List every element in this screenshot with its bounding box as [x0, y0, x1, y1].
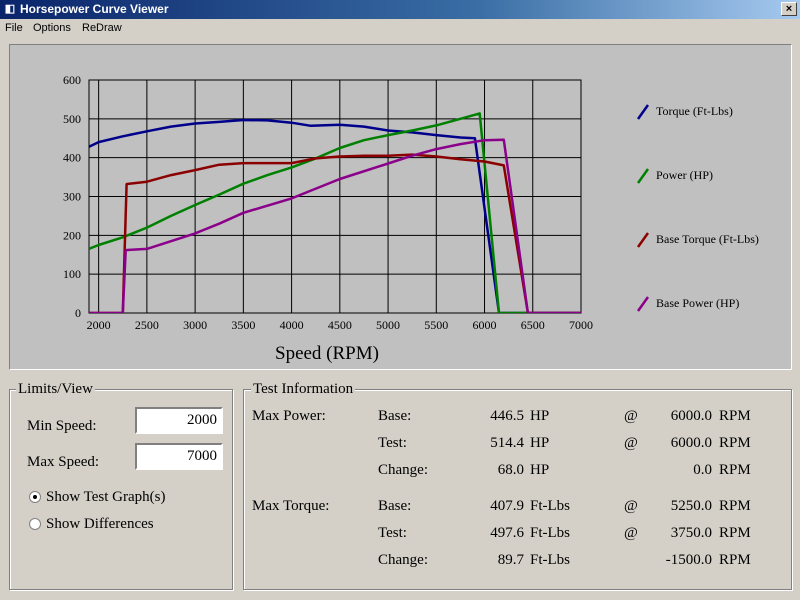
- x-tick-label: 2500: [135, 318, 159, 332]
- power-row-label: Change:: [378, 462, 428, 478]
- power-row-label: Test:: [378, 435, 407, 451]
- y-tick-label: 500: [63, 112, 81, 126]
- torque-row-label: Test:: [378, 525, 407, 541]
- power-row-label: Base:: [378, 408, 412, 424]
- min-speed-label: Min Speed:: [27, 418, 97, 434]
- power-row-value: 68.0: [497, 462, 524, 478]
- x-tick-label: 2000: [87, 318, 111, 332]
- power-row-rpm: 6000.0: [670, 408, 712, 424]
- power-row-unit: HP: [530, 462, 550, 478]
- y-tick-label: 600: [63, 73, 81, 87]
- y-tick-label: 100: [63, 267, 81, 281]
- menu-redraw[interactable]: ReDraw: [82, 22, 122, 34]
- max-speed-input[interactable]: 7000: [135, 443, 223, 470]
- y-tick-label: 400: [63, 151, 81, 165]
- torque-row-unit: Ft-Lbs: [530, 498, 571, 514]
- x-axis-label: Speed (RPM): [275, 343, 379, 364]
- app-icon: ◧: [4, 3, 16, 15]
- x-tick-label: 3500: [231, 318, 255, 332]
- power-row-rpm: 6000.0: [670, 435, 712, 451]
- y-tick-label: 0: [75, 306, 81, 320]
- y-tick-label: 300: [63, 190, 81, 204]
- x-tick-label: 6000: [473, 318, 497, 332]
- max-power-label: Max Power:: [252, 408, 326, 424]
- x-tick-label: 6500: [521, 318, 545, 332]
- chart-panel: 0 100 200 300 400 500 600 2000 2500 3000 3500 4000 4…: [9, 44, 792, 370]
- x-tick-label: 3000: [183, 318, 207, 332]
- torque-row-rpm: -1500.0: [665, 552, 712, 568]
- power-row-value: 446.5: [490, 408, 524, 424]
- power-row-rpm-unit: RPM: [719, 408, 751, 424]
- x-tick-label: 5000: [376, 318, 400, 332]
- torque-row-value: 407.9: [490, 498, 524, 514]
- min-speed-input[interactable]: 2000: [135, 407, 223, 434]
- y-tick-label: 200: [63, 228, 81, 242]
- limits-view-title: Limits/View: [16, 381, 95, 398]
- torque-row-rpm-unit: RPM: [719, 498, 751, 514]
- torque-row-rpm: 3750.0: [670, 525, 712, 541]
- show-differences-label[interactable]: Show Differences: [46, 515, 154, 533]
- show-differences-radio[interactable]: [29, 518, 41, 530]
- legend-swatch-1: [636, 104, 650, 120]
- torque-row-unit: Ft-Lbs: [530, 552, 571, 568]
- max-speed-label: Max Speed:: [27, 454, 100, 470]
- menu-bar: File Options ReDraw: [0, 19, 800, 38]
- power-row-value: 514.4: [490, 435, 524, 451]
- torque-row-label: Base:: [378, 498, 412, 514]
- title-bar: ◧ Horsepower Curve Viewer ×: [0, 0, 800, 19]
- power-row-unit: HP: [530, 435, 550, 451]
- power-row-unit: HP: [530, 408, 550, 424]
- torque-row-rpm-unit: RPM: [719, 552, 751, 568]
- legend-swatch-4: [636, 296, 650, 312]
- legend-label-2: Power (HP): [656, 168, 713, 182]
- show-test-label[interactable]: Show Test Graph(s): [46, 488, 166, 506]
- max-torque-label: Max Torque:: [252, 498, 330, 514]
- x-tick-label: 4000: [280, 318, 304, 332]
- legend-label-1: Torque (Ft-Lbs): [656, 104, 733, 118]
- menu-options[interactable]: Options: [33, 22, 71, 34]
- close-button[interactable]: ×: [781, 2, 797, 16]
- x-tick-label: 4500: [328, 318, 352, 332]
- legend-swatch-3: [636, 232, 650, 248]
- menu-file[interactable]: File: [5, 22, 23, 34]
- legend-label-3: Base Torque (Ft-Lbs): [656, 232, 759, 246]
- power-row-rpm-unit: RPM: [719, 435, 751, 451]
- horsepower-chart: 0 100 200 300 400 500 600 2000 2500 3000 3500 4000 4…: [63, 73, 759, 364]
- legend-label-4: Base Power (HP): [656, 296, 739, 310]
- x-tick-label: 5500: [424, 318, 448, 332]
- torque-row-value: 497.6: [490, 525, 524, 541]
- x-tick-label: 7000: [569, 318, 593, 332]
- test-information-title: Test Information: [251, 381, 356, 398]
- legend-swatch-2: [636, 168, 650, 184]
- torque-row-unit: Ft-Lbs: [530, 525, 571, 541]
- power-row-rpm-unit: RPM: [719, 462, 751, 478]
- torque-row-rpm: 5250.0: [670, 498, 712, 514]
- torque-row-value: 89.7: [497, 552, 524, 568]
- window-title: Horsepower Curve Viewer: [20, 2, 169, 16]
- torque-row-rpm-unit: RPM: [719, 525, 751, 541]
- power-row-rpm: 0.0: [693, 462, 712, 478]
- show-test-radio[interactable]: [29, 491, 41, 503]
- torque-row-label: Change:: [378, 552, 428, 568]
